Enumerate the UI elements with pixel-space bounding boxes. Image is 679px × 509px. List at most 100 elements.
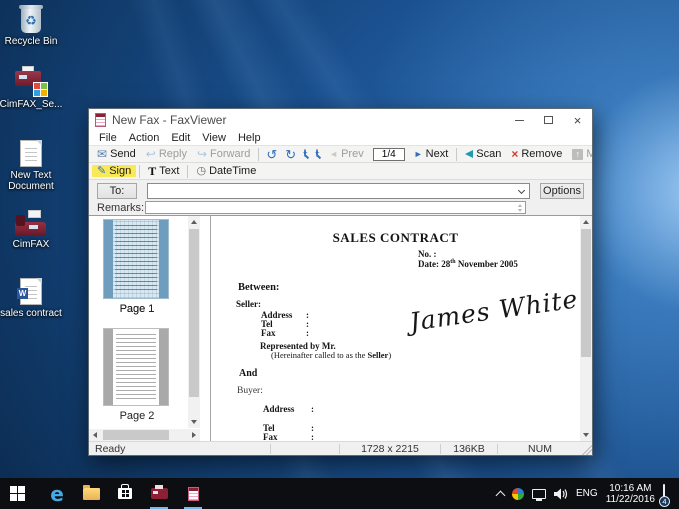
notification-button[interactable]: 4 bbox=[663, 485, 665, 503]
datetime-button[interactable]: ◷ DateTime bbox=[191, 165, 261, 177]
network-display-icon[interactable] bbox=[532, 489, 546, 499]
to-button[interactable]: To: bbox=[97, 183, 137, 199]
scan-button[interactable]: Scan bbox=[460, 148, 506, 160]
recycle-symbol-icon: ♻ bbox=[21, 8, 41, 33]
move-up-button[interactable]: ↑ Move Up bbox=[567, 148, 592, 160]
faxviewer-window: New Fax - FaxViewer × File Action Edit V… bbox=[88, 108, 593, 456]
status-ready: Ready bbox=[89, 443, 270, 455]
scrollbar-thumb[interactable] bbox=[103, 430, 169, 440]
desktop-icon-label: Recycle Bin bbox=[5, 36, 58, 47]
system-tray: ENG 10:16 AM 11/22/2016 4 bbox=[497, 478, 679, 509]
remove-icon: × bbox=[511, 148, 518, 160]
remarks-spinner[interactable] bbox=[515, 202, 524, 213]
recipient-combobox[interactable] bbox=[147, 183, 530, 199]
scroll-down-icon[interactable] bbox=[188, 416, 200, 428]
language-indicator[interactable]: ENG bbox=[576, 488, 598, 499]
text-document-icon bbox=[20, 140, 42, 167]
prev-arrow-icon: ◄ bbox=[329, 150, 338, 159]
menu-help[interactable]: Help bbox=[232, 132, 267, 144]
taskbar-explorer-button[interactable] bbox=[74, 478, 108, 509]
menu-edit[interactable]: Edit bbox=[165, 132, 196, 144]
status-file-size: 136KB bbox=[441, 443, 497, 455]
taskbar-cimfax-button[interactable] bbox=[142, 478, 176, 509]
start-button[interactable] bbox=[0, 478, 34, 509]
scroll-up-icon[interactable] bbox=[580, 216, 592, 228]
scroll-up-icon[interactable] bbox=[188, 216, 200, 228]
scroll-down-icon[interactable] bbox=[580, 429, 592, 441]
thumbnail-horizontal-scrollbar[interactable] bbox=[89, 429, 200, 441]
fax-machine-icon bbox=[14, 210, 48, 236]
minimize-button[interactable] bbox=[505, 109, 534, 131]
thumbnail-panel: Page 1 Page 2 bbox=[89, 216, 210, 441]
title-bar[interactable]: New Fax - FaxViewer × bbox=[89, 109, 592, 131]
desktop-icon-new-text-document[interactable]: New Text Document bbox=[0, 140, 69, 192]
thumbnail-vertical-scrollbar[interactable] bbox=[188, 216, 200, 428]
menu-file[interactable]: File bbox=[93, 132, 123, 144]
options-button[interactable]: Options bbox=[540, 183, 584, 199]
close-button[interactable]: × bbox=[563, 109, 592, 131]
taskbar-edge-button[interactable]: e bbox=[40, 478, 74, 509]
zoom-in-icon[interactable]: + bbox=[304, 149, 306, 157]
desktop-icon-sales-contract[interactable]: W sales contract bbox=[0, 278, 69, 319]
remarks-input[interactable] bbox=[145, 201, 526, 214]
forward-icon: ↪ bbox=[197, 148, 207, 160]
scroll-left-icon[interactable] bbox=[89, 429, 101, 441]
send-icon: ✉ bbox=[97, 148, 107, 160]
send-button[interactable]: ✉ Send bbox=[92, 148, 141, 160]
menu-action[interactable]: Action bbox=[123, 132, 166, 144]
faxviewer-icon bbox=[188, 487, 199, 501]
forward-button[interactable]: ↪ Forward bbox=[192, 148, 255, 160]
window-title: New Fax - FaxViewer bbox=[112, 113, 505, 127]
remarks-label: Remarks: bbox=[97, 202, 145, 214]
thumbnail-page-2[interactable] bbox=[103, 328, 169, 406]
scan-icon bbox=[465, 150, 473, 158]
text-tool-button[interactable]: T Text bbox=[143, 165, 184, 177]
hereinafter-label: (Hereinafter called to as the Seller) bbox=[271, 350, 391, 360]
taskbar-clock[interactable]: 10:16 AM 11/22/2016 bbox=[606, 483, 655, 505]
seller-fax-label: Fax bbox=[261, 328, 276, 338]
rotate-right-icon[interactable]: ↻ bbox=[285, 148, 296, 161]
tray-expand-icon[interactable] bbox=[496, 490, 506, 500]
desktop-icon-recycle-bin[interactable]: ♻ Recycle Bin bbox=[0, 8, 69, 47]
minimize-icon bbox=[515, 120, 524, 121]
zoom-out-icon[interactable]: − bbox=[316, 149, 318, 157]
taskbar-faxviewer-button[interactable] bbox=[176, 478, 210, 509]
scroll-right-icon[interactable] bbox=[188, 429, 200, 441]
word-logo-icon: W bbox=[17, 288, 28, 299]
toolbar-separator bbox=[187, 165, 188, 178]
buyer-address-label: Address bbox=[263, 404, 294, 414]
resize-grip[interactable] bbox=[582, 442, 592, 455]
maximize-button[interactable] bbox=[534, 109, 563, 131]
remove-button[interactable]: × Remove bbox=[506, 148, 567, 160]
fax-document-page: SALES CONTRACT No. : Date: 28th November… bbox=[211, 216, 580, 441]
datetime-icon: ◷ bbox=[196, 166, 206, 177]
next-arrow-icon: ► bbox=[414, 150, 423, 159]
reply-icon: ↩ bbox=[146, 148, 156, 160]
desktop-icon-cimfax[interactable]: CimFAX bbox=[0, 210, 69, 250]
scrollbar-thumb[interactable] bbox=[189, 229, 199, 397]
sign-button[interactable]: ✎ Sign bbox=[92, 165, 136, 177]
menu-view[interactable]: View bbox=[196, 132, 232, 144]
desktop-icon-label: CimFAX bbox=[13, 239, 50, 250]
scrollbar-thumb[interactable] bbox=[581, 229, 591, 357]
reply-button[interactable]: ↩ Reply bbox=[141, 148, 192, 160]
thumbnail-label-page-1[interactable]: Page 1 bbox=[89, 303, 185, 315]
and-label: And bbox=[239, 368, 257, 379]
cimfax-setup-icon bbox=[14, 66, 48, 96]
rotate-left-icon[interactable]: ↺ bbox=[266, 148, 277, 161]
thumbnail-label-page-2[interactable]: Page 2 bbox=[89, 410, 185, 422]
desktop-icon-cimfax-setup[interactable]: CimFAX_Se... bbox=[0, 66, 69, 110]
taskbar-store-button[interactable] bbox=[108, 478, 142, 509]
document-vertical-scrollbar[interactable] bbox=[580, 216, 592, 441]
prev-page-button[interactable]: ◄ Prev bbox=[324, 148, 369, 160]
thumbnail-page-1[interactable] bbox=[103, 219, 169, 299]
signature-james-white[interactable]: James White bbox=[408, 284, 580, 336]
page-number-input[interactable] bbox=[373, 148, 405, 161]
content-area: Page 1 Page 2 SALES CONTRACT No. : Date:… bbox=[89, 215, 592, 441]
desktop-icon-label: CimFAX_Se... bbox=[0, 99, 62, 110]
volume-icon[interactable] bbox=[554, 488, 568, 500]
cimfax-icon bbox=[151, 488, 168, 499]
next-page-button[interactable]: ► Next bbox=[409, 148, 454, 160]
chevron-down-icon[interactable] bbox=[518, 187, 525, 194]
tray-app-icon[interactable] bbox=[512, 488, 524, 500]
